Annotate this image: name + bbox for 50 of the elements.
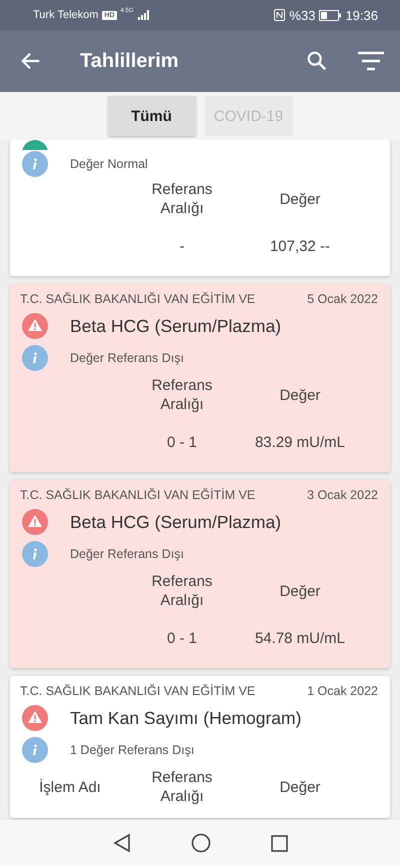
back-nav-icon[interactable] [112, 833, 130, 853]
page-title: Tahlillerim [80, 50, 180, 72]
battery-percent: %33 [289, 8, 316, 22]
column-header: Referans Aralığı [150, 180, 214, 218]
info-icon [22, 151, 48, 177]
table-cell: 54.78 mU/mL [254, 630, 346, 646]
test-name: Beta HCG (Serum/Plazma) [70, 316, 282, 336]
info-icon [22, 345, 48, 371]
filter-button[interactable] [358, 51, 384, 71]
column-header: Değer [280, 778, 320, 796]
result-date: 5 Ocak 2022 [307, 292, 378, 306]
column-header: Değer [280, 386, 320, 404]
result-card[interactable]: Değer Normal Referans Aralığı Değer - 107,32 -- [10, 140, 390, 276]
column-header: Değer [280, 582, 320, 600]
nfc-icon [274, 9, 286, 21]
home-nav-icon[interactable] [190, 833, 210, 853]
back-button[interactable] [20, 50, 42, 72]
column-header: Değer [280, 190, 320, 208]
table-cell: 107,32 -- [270, 238, 330, 254]
test-name: Beta HCG (Serum/Plazma) [70, 512, 282, 532]
battery-icon [319, 10, 342, 20]
result-status: Değer Referans Dışı [70, 547, 184, 561]
clock: 19:36 [345, 8, 378, 22]
test-name: Tam Kan Sayımı (Hemogram) [70, 708, 302, 728]
result-card[interactable]: T.C. SAĞLIK BAKANLIĞI VAN EĞİTİM VE 5 Ocak 2022 Beta HCG (Serum/Plazma) Değer Referans Dışı Referans Aralığı Değer 0 - 1 83.29 mU/mL [10, 284, 390, 472]
result-card[interactable]: T.C. SAĞLIK BAKANLIĞI VAN EĞİTİM VE 1 Ocak 2022 Tam Kan Sayımı (Hemogram) 1 Değer Referans Dışı İşlem Adı Referans Aralığı Değer [10, 676, 390, 818]
result-date: 3 Ocak 2022 [307, 488, 378, 502]
column-header: Referans Aralığı [150, 376, 214, 414]
institution-name: T.C. SAĞLIK BAKANLIĞI VAN EĞİTİM VE [20, 488, 256, 502]
table-cell: 0 - 1 [166, 630, 197, 646]
filter-tab[interactable]: Tümü [108, 96, 196, 136]
column-header: Referans Aralığı [150, 768, 214, 806]
signal-icon [138, 10, 150, 20]
column-header: İşlem Adı [39, 778, 101, 796]
recents-nav-icon[interactable] [270, 834, 288, 852]
institution-name: T.C. SAĞLIK BAKANLIĞI VAN EĞİTİM VE [20, 684, 256, 698]
result-status: 1 Değer Referans Dışı [70, 743, 194, 757]
table-cell: - [180, 238, 184, 254]
table-cell: 83.29 mU/mL [254, 434, 346, 450]
search-button[interactable] [306, 50, 328, 72]
table-cell: 0 - 1 [166, 434, 197, 450]
result-date: 1 Ocak 2022 [307, 684, 378, 698]
result-card[interactable]: T.C. SAĞLIK BAKANLIĞI VAN EĞİTİM VE 3 Ocak 2022 Beta HCG (Serum/Plazma) Değer Referans Dışı Referans Aralığı Değer 0 - 1 54.78 mU/mL [10, 480, 390, 668]
info-icon [22, 737, 48, 763]
result-status: Değer Referans Dışı [70, 351, 184, 365]
result-status: Değer Normal [70, 157, 148, 171]
institution-name: T.C. SAĞLIK BAKANLIĞI VAN EĞİTİM VE [20, 292, 256, 306]
column-header: Referans Aralığı [150, 572, 214, 610]
info-icon [22, 541, 48, 567]
carrier-name: Turk Telekom [33, 9, 98, 21]
